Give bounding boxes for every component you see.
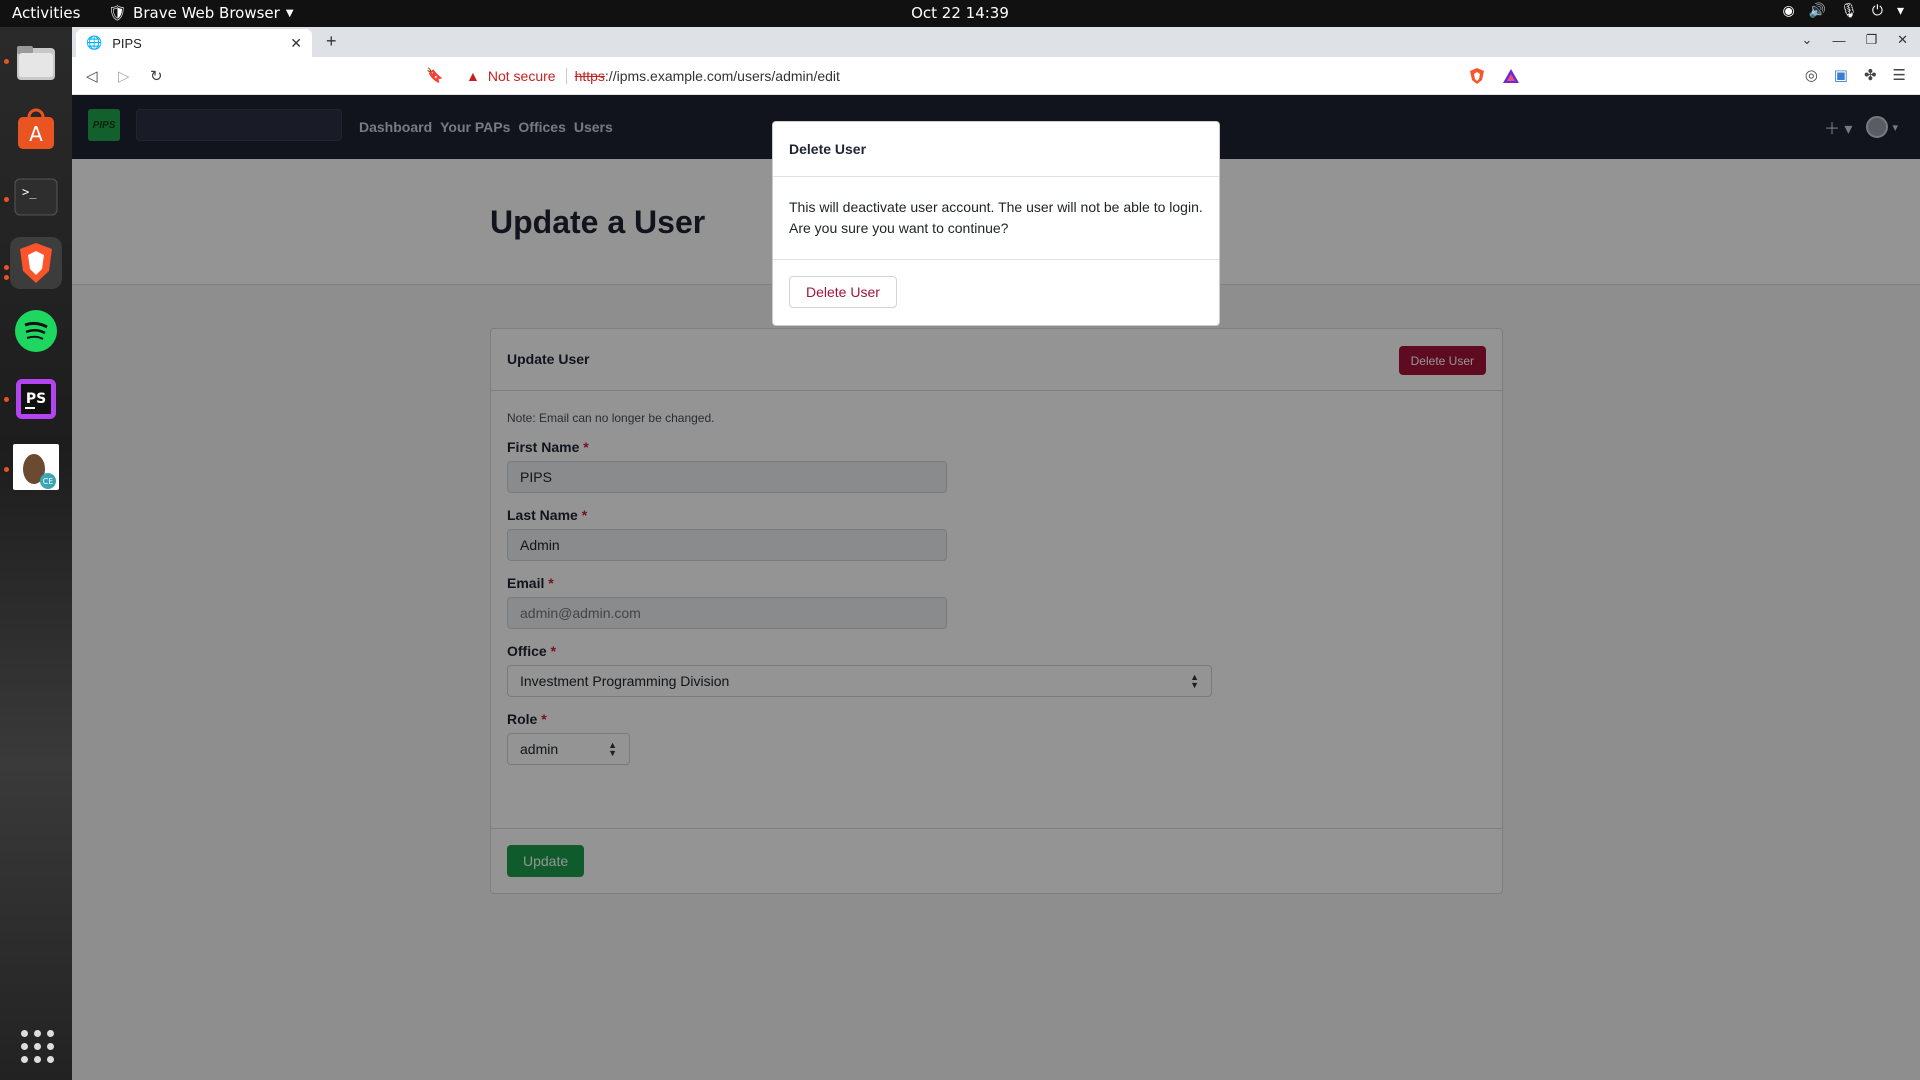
app-menu-label: Brave Web Browser — [133, 4, 280, 22]
dbeaver-app-icon[interactable]: CE — [10, 441, 62, 493]
brave-shields-icon[interactable] — [1468, 67, 1486, 85]
modal-body: This will deactivate user account. The u… — [773, 177, 1219, 260]
browser-tab[interactable]: 🌐 PIPS ✕ — [76, 29, 312, 57]
running-indicator — [4, 275, 9, 280]
running-indicator — [4, 59, 9, 64]
clock[interactable]: Oct 22 14:39 — [911, 4, 1009, 22]
restore-icon[interactable]: ❐ — [1865, 32, 1877, 48]
terminal-app-icon[interactable]: >_ — [10, 171, 62, 223]
warning-icon: ▲ — [466, 68, 480, 84]
browser-toolbar: ◁ ▷ ↻ 🔖 ▲ Not secure https://ipms.exampl… — [72, 57, 1920, 95]
volume-icon: 🔊 — [1808, 3, 1827, 19]
close-window-icon[interactable]: ✕ — [1897, 32, 1908, 48]
power-icon: ⏻ — [1871, 3, 1883, 19]
phpstorm-app-icon[interactable]: PS — [10, 373, 62, 425]
activities-button[interactable]: Activities — [12, 4, 80, 22]
bookmark-icon[interactable]: 🔖 — [426, 67, 443, 84]
url-scheme: https — [574, 68, 605, 84]
svg-text:CE: CE — [43, 477, 54, 486]
tab-strip: 🌐 PIPS ✕ + ⌄ — ❐ ✕ — [72, 27, 1920, 57]
extensions-icon[interactable]: ✤ — [1864, 66, 1877, 84]
tab-title: PIPS — [112, 35, 142, 51]
address-bar[interactable]: ▲ Not secure https://ipms.example.com/us… — [458, 62, 1534, 90]
system-tray[interactable]: ◉ 🔊 🎙 ⏻ ▾ — [1782, 3, 1904, 19]
globe-icon: 🌐 — [86, 35, 103, 50]
chevron-down-icon: ▼ — [285, 7, 294, 19]
new-tab-icon[interactable]: + — [326, 31, 337, 52]
minimize-icon[interactable]: — — [1832, 33, 1845, 48]
software-center-icon[interactable]: A — [10, 103, 62, 155]
running-indicator — [4, 397, 9, 402]
back-icon[interactable]: ◁ — [86, 67, 98, 85]
tab-search-icon[interactable]: ⌄ — [1802, 32, 1813, 48]
microphone-icon: 🎙 — [1840, 3, 1858, 19]
svg-text:PS: PS — [26, 391, 46, 407]
toolbar-actions: ◎ ▣ ✤ ☰ — [1805, 66, 1906, 84]
modal-footer: Delete User — [773, 260, 1219, 325]
running-indicator — [4, 265, 9, 270]
brave-small-icon: 🛡 — [108, 4, 128, 22]
menu-icon[interactable]: ☰ — [1893, 66, 1906, 84]
window-controls: ⌄ — ❐ ✕ — [1802, 32, 1908, 48]
extension-translate-icon[interactable]: ▣ — [1834, 66, 1848, 84]
modal-title: Delete User — [789, 141, 867, 157]
running-indicator — [4, 197, 9, 202]
show-applications-icon[interactable] — [21, 1030, 54, 1063]
spotify-app-icon[interactable] — [10, 305, 62, 357]
svg-text:>_: >_ — [22, 185, 37, 199]
not-secure-label[interactable]: Not secure — [488, 68, 556, 84]
reload-icon[interactable]: ↻ — [150, 67, 163, 85]
delete-user-modal: Delete User This will deactivate user ac… — [772, 121, 1220, 326]
url-path: ://ipms.example.com/users/admin/edit — [604, 68, 840, 84]
modal-header: Delete User — [773, 122, 1219, 177]
app-menu[interactable]: 🛡 Brave Web Browser ▼ — [108, 4, 294, 22]
web-page: PIPS Dashboard Your PAPs Offices Users ＋… — [72, 95, 1920, 1080]
browser-window: 🌐 PIPS ✕ + ⌄ — ❐ ✕ ◁ ▷ ↻ 🔖 ▲ Not secure … — [72, 27, 1920, 1080]
brave-rewards-icon[interactable] — [1502, 67, 1520, 85]
forward-icon[interactable]: ▷ — [118, 67, 130, 85]
files-app-icon[interactable] — [10, 37, 62, 89]
os-top-bar: Activities 🛡 Brave Web Browser ▼ Oct 22 … — [0, 0, 1920, 27]
wifi-icon: ◉ — [1782, 3, 1795, 19]
dock: A >_ PS CE — [0, 27, 72, 1080]
running-indicator — [4, 467, 9, 472]
brave-browser-icon[interactable] — [10, 237, 62, 289]
confirm-delete-user-button[interactable]: Delete User — [789, 276, 897, 308]
svg-text:A: A — [29, 122, 43, 146]
close-tab-icon[interactable]: ✕ — [290, 35, 302, 52]
chevron-down-icon: ▾ — [1896, 3, 1904, 19]
vpn-icon[interactable]: ◎ — [1805, 66, 1818, 84]
